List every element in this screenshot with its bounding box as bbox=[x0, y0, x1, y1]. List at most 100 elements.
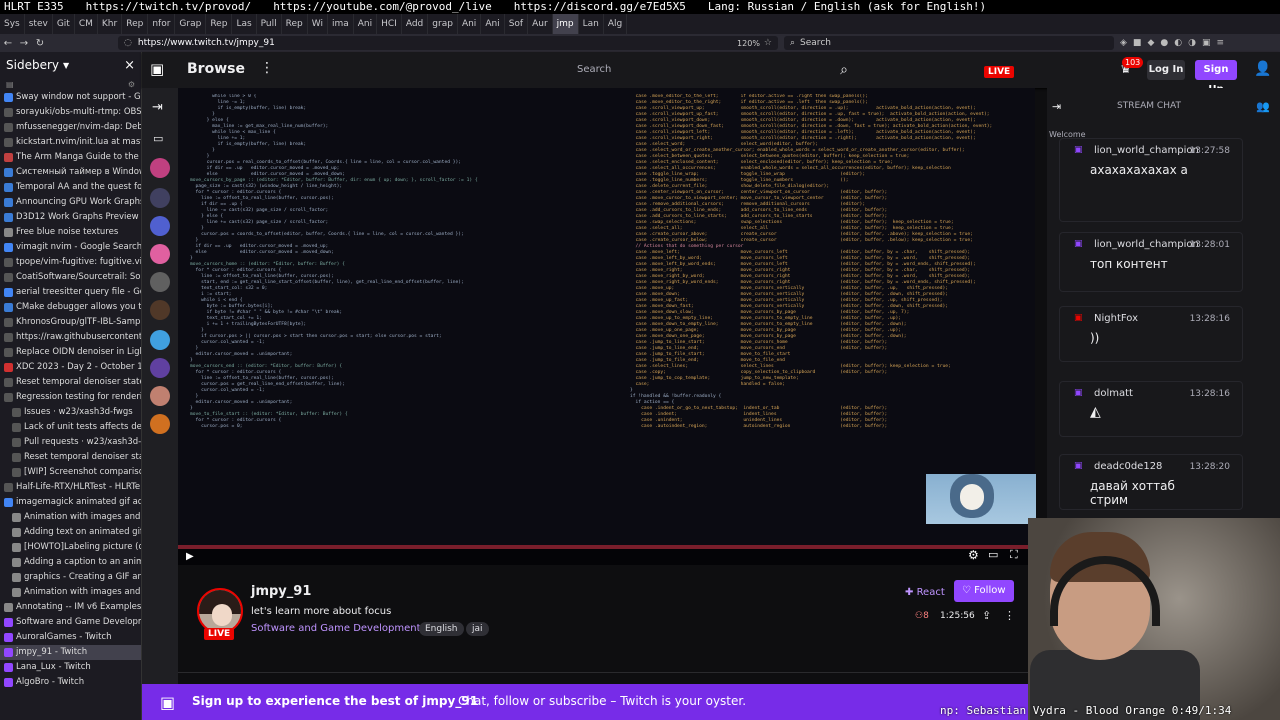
sidebery-tab-item[interactable]: CMake debugger allows you to bbox=[0, 300, 141, 315]
sidebery-tab-item[interactable]: Issues · w23/xash3d-fwgs bbox=[0, 405, 141, 420]
expand-arrow-icon[interactable]: ⇥ bbox=[152, 100, 163, 115]
back-icon[interactable]: ← bbox=[0, 38, 16, 49]
twitch-search-input[interactable]: Search bbox=[570, 58, 832, 82]
sidebery-title[interactable]: Sidebery bbox=[6, 58, 59, 72]
sidebery-tab-item[interactable]: Temporal AA and the quest for bbox=[0, 180, 141, 195]
collapse-chat-icon[interactable]: ⇥ bbox=[1052, 100, 1061, 113]
sidebery-tab-item[interactable]: Reset temporal denoiser state o bbox=[0, 375, 141, 390]
signup-button[interactable]: Sign Up bbox=[1195, 60, 1237, 95]
stream-category-link[interactable]: Software and Game Development bbox=[251, 623, 421, 634]
video-player[interactable]: while line > 0 { line -= 1; if is_empty(… bbox=[178, 88, 1035, 565]
browser-tab[interactable]: Rep bbox=[282, 14, 308, 34]
sidebery-tab-item[interactable]: jmpy_91 - Twitch bbox=[0, 645, 141, 660]
play-icon[interactable]: ▶ bbox=[186, 551, 194, 562]
channel-avatar[interactable] bbox=[150, 300, 170, 320]
sidebery-tab-item[interactable]: Lack of unit tests affects devi bbox=[0, 420, 141, 435]
community-icon[interactable]: 👥 bbox=[1256, 100, 1270, 113]
sidebery-tab-item[interactable]: tpope/vim-fugitive: fugitive.vim bbox=[0, 255, 141, 270]
reload-icon[interactable]: ↻ bbox=[32, 38, 48, 49]
sidebery-tab-item[interactable]: Adding a caption to an animate bbox=[0, 555, 141, 570]
browser-tab[interactable]: Aur bbox=[528, 14, 553, 34]
sidebery-tab-item[interactable]: AuroralGames - Twitch bbox=[0, 630, 141, 645]
twitch-logo-icon[interactable]: ▣ bbox=[150, 60, 168, 80]
sidebery-tab-item[interactable]: Software and Game Developme bbox=[0, 615, 141, 630]
chat-message[interactable]: ▣ dolmatt 13:28:16 ◭ bbox=[1059, 381, 1243, 437]
browser-tab[interactable]: Wi bbox=[308, 14, 328, 34]
browser-tab[interactable]: Alg bbox=[604, 14, 628, 34]
bookmark-star-icon[interactable]: ☆ bbox=[764, 38, 772, 48]
browser-tab[interactable]: Ani bbox=[458, 14, 482, 34]
browser-search-input[interactable]: ⌕ Search bbox=[784, 36, 1114, 50]
sidebery-tab-item[interactable]: XDC 2023 - Day 2 - October 18 bbox=[0, 360, 141, 375]
browser-tab[interactable]: Sof bbox=[505, 14, 529, 34]
chat-message[interactable]: ▣ deadc0de128 13:28:20 давай хоттаб стрим bbox=[1059, 454, 1243, 510]
follow-button[interactable]: ♡ Follow bbox=[954, 580, 1014, 602]
browser-tab[interactable]: Pull bbox=[257, 14, 282, 34]
camera-icon[interactable]: ▭ bbox=[153, 132, 163, 145]
panel-icon[interactable]: ▤ bbox=[6, 80, 14, 89]
channel-avatar[interactable] bbox=[150, 158, 170, 178]
chat-username[interactable]: lion_world_champion bbox=[1094, 239, 1199, 250]
tag-jai[interactable]: jai bbox=[466, 622, 489, 636]
browser-tab[interactable]: Rep bbox=[206, 14, 233, 34]
chat-username[interactable]: lion_world_champion bbox=[1094, 145, 1199, 156]
extension-icon[interactable]: ● bbox=[1160, 38, 1168, 48]
sidebery-tab-item[interactable]: sorayuki/obs-multi-rtmp: OBS 2 bbox=[0, 105, 141, 120]
share-icon[interactable]: ⇪ bbox=[982, 609, 991, 622]
extension-icon[interactable]: ◆ bbox=[1147, 38, 1154, 48]
fullscreen-icon[interactable]: ⛶ bbox=[1010, 548, 1018, 562]
channel-avatar[interactable] bbox=[150, 330, 170, 350]
sidebery-tab-item[interactable]: Regression testing for rendering bbox=[0, 390, 141, 405]
channel-avatar[interactable] bbox=[150, 244, 170, 264]
sidebery-tab-item[interactable]: Системный таймер в Windows bbox=[0, 165, 141, 180]
theatre-mode-icon[interactable]: ▭ bbox=[988, 548, 998, 561]
sidebery-tab-item[interactable]: Annotating -- IM v6 Examples bbox=[0, 600, 141, 615]
sidebery-tab-item[interactable]: Announcing GPU Work Graphs bbox=[0, 195, 141, 210]
sidebery-tab-item[interactable]: Sway window not support - Goo bbox=[0, 90, 141, 105]
channel-avatar[interactable] bbox=[150, 216, 170, 236]
sidebery-tab-item[interactable]: Animation with images and bbox=[0, 585, 141, 600]
sidebery-tab-item[interactable]: Replace OIDN denoiser in Ligh bbox=[0, 345, 141, 360]
more-vertical-icon[interactable]: ⋮ bbox=[1004, 609, 1015, 622]
url-input[interactable]: ◌ https://www.twitch.tv/jmpy_91 120% ☆ bbox=[118, 36, 778, 50]
chat-username[interactable]: dolmatt bbox=[1094, 388, 1133, 399]
browser-tab[interactable]: Rep bbox=[122, 14, 149, 34]
chat-message[interactable]: ▣ lion_world_champion 13:27:58 ахахахахахах… bbox=[1059, 138, 1243, 222]
login-button[interactable]: Log In bbox=[1147, 60, 1185, 80]
chat-username[interactable]: NightFox bbox=[1094, 313, 1138, 324]
sidebery-tab-item[interactable]: CoatiSoftware/Sourcetrail: Sour bbox=[0, 270, 141, 285]
browser-tab[interactable]: CM bbox=[75, 14, 98, 34]
react-button[interactable]: ✚ React bbox=[899, 582, 951, 604]
extension-icon[interactable]: ■ bbox=[1133, 38, 1142, 48]
extension-icon[interactable]: ▣ bbox=[1202, 38, 1211, 48]
browser-tab[interactable]: HCI bbox=[377, 14, 402, 34]
sidebery-tab-item[interactable]: Reset temporal denoiser state bbox=[0, 450, 141, 465]
settings-icon[interactable]: ⚙ bbox=[128, 80, 135, 89]
sidebery-tab-item[interactable]: graphics - Creating a GIF anim bbox=[0, 570, 141, 585]
chevron-down-icon[interactable]: ▼ bbox=[63, 61, 69, 70]
channel-avatar[interactable] bbox=[150, 272, 170, 292]
sidebery-tab-item[interactable]: imagemagick animated gif add bbox=[0, 495, 141, 510]
pocket-icon[interactable]: ◈ bbox=[1120, 38, 1127, 48]
browser-tab[interactable]: grap bbox=[428, 14, 458, 34]
chat-message[interactable]: ▣ NightFox 13:28:16)) bbox=[1059, 306, 1243, 362]
sidebery-tab-item[interactable]: Free blue noise textures bbox=[0, 225, 141, 240]
tag-english[interactable]: English bbox=[419, 622, 464, 636]
sidebery-tab-item[interactable]: https://raw.githubusercontent.c bbox=[0, 330, 141, 345]
browser-tab[interactable]: Lan bbox=[579, 14, 604, 34]
menu-icon[interactable]: ≡ bbox=[1216, 38, 1224, 48]
sidebery-tab-item[interactable]: The Arm Manga Guide to the M bbox=[0, 150, 141, 165]
sidebery-tab-item[interactable]: kickstart.nvim/init.lua at master bbox=[0, 135, 141, 150]
sidebery-tab-item[interactable]: mfussenegger/nvim-dap: Debu bbox=[0, 120, 141, 135]
extension-icon[interactable]: ◐ bbox=[1174, 38, 1182, 48]
sidebery-tab-item[interactable]: AlgoBro - Twitch bbox=[0, 675, 141, 690]
channel-avatar[interactable] bbox=[150, 414, 170, 434]
channel-name[interactable]: jmpy_91 bbox=[251, 584, 311, 599]
sidebery-tab-item[interactable]: Animation with images and bbox=[0, 510, 141, 525]
channel-avatar[interactable] bbox=[150, 386, 170, 406]
search-icon[interactable]: ⌕ bbox=[832, 58, 856, 82]
sidebery-tab-item[interactable]: Pull requests · w23/xash3d-fw bbox=[0, 435, 141, 450]
browser-tab[interactable]: nfor bbox=[148, 14, 176, 34]
browser-tab[interactable]: Khr bbox=[98, 14, 123, 34]
channel-avatar[interactable] bbox=[150, 358, 170, 378]
